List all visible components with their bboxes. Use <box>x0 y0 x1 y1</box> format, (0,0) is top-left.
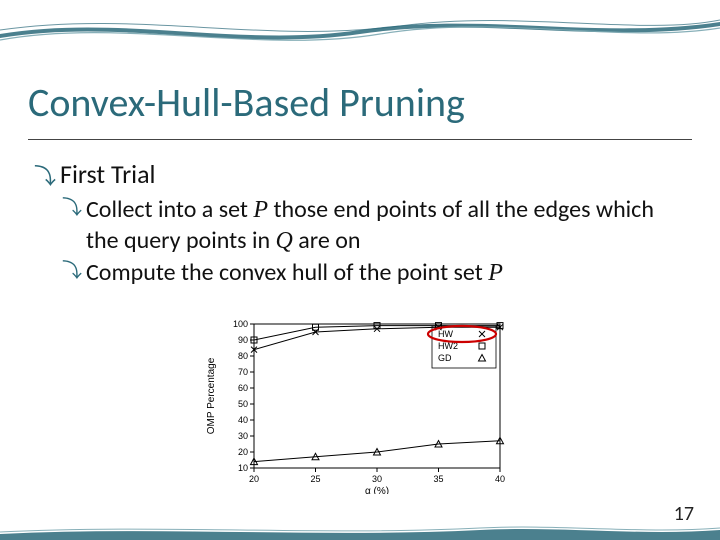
bullet-icon: ⤵ <box>62 195 82 222</box>
svg-text:α (%): α (%) <box>365 486 389 494</box>
svg-text:30: 30 <box>238 431 248 441</box>
svg-text:25: 25 <box>310 474 320 484</box>
var-Q: Q <box>276 228 293 254</box>
bullet-text: Compute the convex hull of the point set… <box>86 258 682 289</box>
bullet-compute: ⤵ Compute the convex hull of the point s… <box>62 258 682 289</box>
text-fragment: Collect into a set <box>86 195 253 224</box>
text-fragment: are on <box>293 226 361 255</box>
bullet-icon: ⤵ <box>34 158 56 191</box>
svg-text:30: 30 <box>372 474 382 484</box>
svg-text:40: 40 <box>238 415 248 425</box>
svg-text:100: 100 <box>233 319 248 329</box>
var-P: P <box>253 197 268 223</box>
svg-text:10: 10 <box>238 463 248 473</box>
bullet-first-trial: ⤵ First Trial <box>34 158 682 191</box>
var-P: P <box>488 260 503 286</box>
svg-text:90: 90 <box>238 335 248 345</box>
chart: 1020304050607080901002025303540α (%)OMP … <box>200 316 510 494</box>
bullet-text: Collect into a set P those end points of… <box>86 195 682 256</box>
svg-text:OMP Percentage: OMP Percentage <box>206 357 217 434</box>
header-wave-decoration <box>0 0 720 60</box>
svg-text:70: 70 <box>238 367 248 377</box>
page-number: 17 <box>674 502 694 526</box>
svg-text:20: 20 <box>238 447 248 457</box>
svg-text:40: 40 <box>495 474 505 484</box>
svg-text:20: 20 <box>249 474 259 484</box>
slide-title: Convex-Hull-Based Pruning <box>28 78 692 140</box>
bullet-icon: ⤵ <box>62 258 82 285</box>
svg-text:80: 80 <box>238 351 248 361</box>
svg-text:GD: GD <box>438 353 452 363</box>
slide-body: ⤵ First Trial ⤵ Collect into a set P tho… <box>34 158 682 291</box>
svg-text:60: 60 <box>238 383 248 393</box>
slide: Convex-Hull-Based Pruning ⤵ First Trial … <box>0 0 720 540</box>
svg-text:HW: HW <box>438 329 453 339</box>
bullet-text: First Trial <box>60 158 682 190</box>
svg-text:50: 50 <box>238 399 248 409</box>
footer-wave-decoration <box>0 524 720 540</box>
bullet-collect: ⤵ Collect into a set P those end points … <box>62 195 682 256</box>
text-fragment: Compute the convex hull of the point set <box>86 258 488 287</box>
svg-text:35: 35 <box>433 474 443 484</box>
